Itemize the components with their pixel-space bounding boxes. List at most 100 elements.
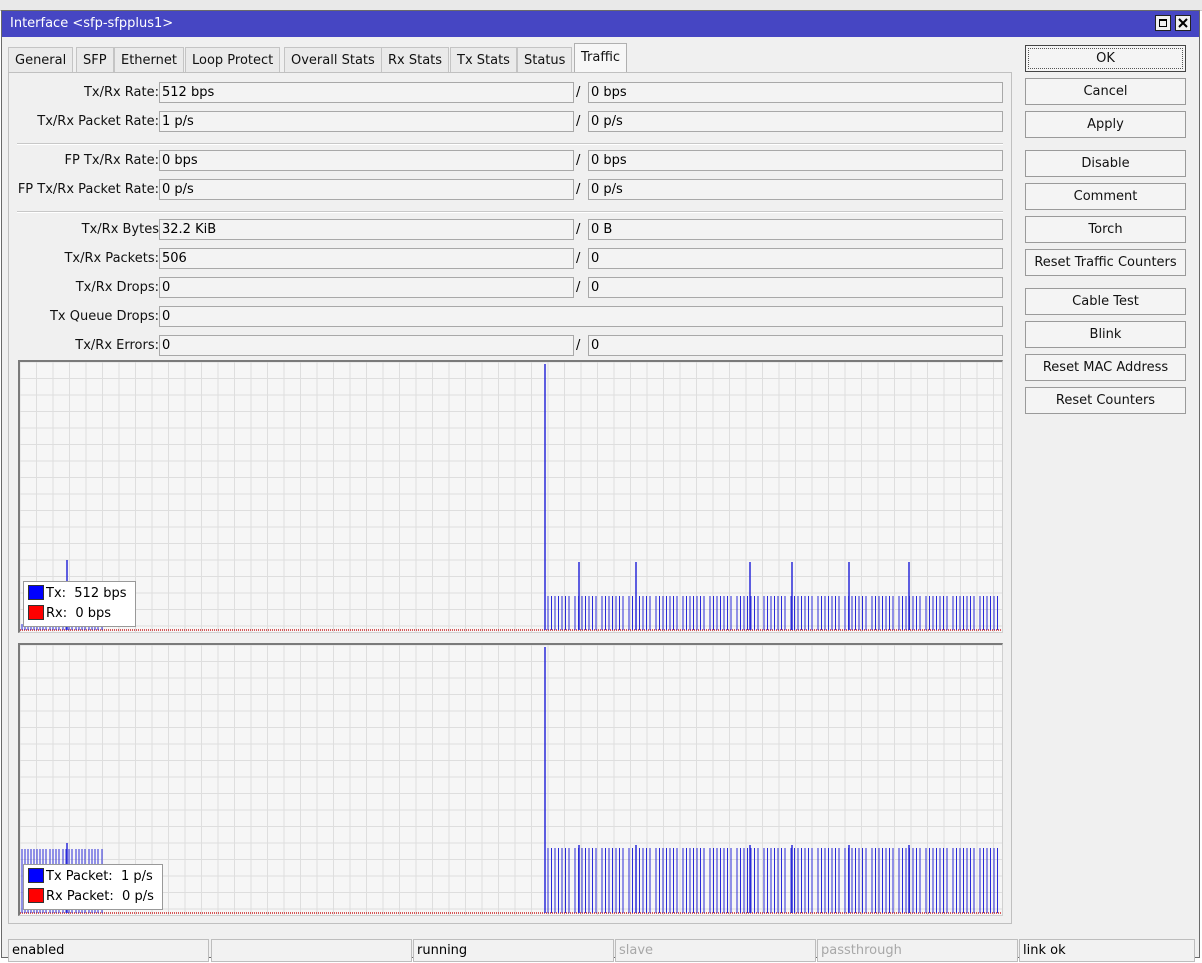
tab-status[interactable]: Status — [517, 47, 573, 72]
rx-color-swatch — [28, 605, 44, 620]
tab-ethernet[interactable]: Ethernet — [114, 47, 184, 72]
fp-txrx-packet-rate-label: FP Tx/Rx Packet Rate: — [17, 182, 159, 197]
reset-traffic-counters-button[interactable]: Reset Traffic Counters — [1025, 249, 1186, 276]
comment-button[interactable]: Comment — [1025, 183, 1186, 210]
rx-packets-field: 0 — [588, 248, 1003, 269]
legend-tx-packet-value: 1 p/s — [120, 869, 153, 884]
traffic-graph-legend: Tx: 512 bps Rx: 0 bps — [23, 581, 136, 627]
packet-graph: Tx Packet: 1 p/s Rx Packet: 0 p/s — [18, 643, 1003, 916]
field-row-txrx-rate: Tx/Rx Rate: 512 bps / 0 bps — [9, 82, 1009, 104]
status-enabled: enabled — [8, 939, 209, 962]
reset-counters-button[interactable]: Reset Counters — [1025, 387, 1186, 414]
fp-tx-rate-field: 0 bps — [159, 150, 574, 171]
legend-rx-label: Rx: — [46, 606, 68, 621]
interface-window: Interface <sfp-sfpplus1> General SFP Eth… — [1, 10, 1200, 962]
cable-test-button[interactable]: Cable Test — [1025, 288, 1186, 315]
tx-queue-drops-field: 0 — [159, 306, 1003, 327]
field-row-txrx-drops: Tx/Rx Drops: 0 / 0 — [9, 277, 1009, 299]
field-row-fp-txrx-packet-rate: FP Tx/Rx Packet Rate: 0 p/s / 0 p/s — [9, 179, 1009, 201]
separator: / — [576, 338, 581, 353]
tab-rx-stats[interactable]: Rx Stats — [381, 47, 450, 72]
separator: / — [576, 222, 581, 237]
apply-button[interactable]: Apply — [1025, 111, 1186, 138]
tx-packets-field: 506 — [159, 248, 574, 269]
ok-button[interactable]: OK — [1025, 45, 1186, 72]
legend-tx-packet-label: Tx Packet: — [46, 869, 113, 884]
tab-general[interactable]: General — [8, 47, 74, 72]
status-empty — [211, 939, 412, 962]
status-slave: slave — [615, 939, 816, 962]
txrx-errors-label: Tx/Rx Errors: — [75, 338, 159, 353]
field-row-txrx-errors: Tx/Rx Errors: 0 / 0 — [9, 335, 1009, 357]
txrx-packet-rate-label: Tx/Rx Packet Rate: — [37, 114, 159, 129]
rx-bytes-field: 0 B — [588, 219, 1003, 240]
status-passthrough: passthrough — [817, 939, 1018, 962]
legend-item-rx-packet: Rx Packet: 0 p/s — [28, 887, 154, 907]
legend-rx-value: 0 bps — [75, 606, 112, 621]
maximize-icon[interactable] — [1155, 15, 1171, 31]
traffic-graph: Tx: 512 bps Rx: 0 bps — [18, 360, 1003, 633]
field-row-tx-queue-drops: Tx Queue Drops: 0 — [9, 306, 1009, 328]
legend-item-tx-packet: Tx Packet: 1 p/s — [28, 867, 154, 887]
field-row-txrx-packets: Tx/Rx Packets: 506 / 0 — [9, 248, 1009, 270]
status-bar: enabled running slave passthrough link o… — [8, 939, 1196, 963]
window-title: Interface <sfp-sfpplus1> — [10, 16, 174, 31]
tab-tx-stats[interactable]: Tx Stats — [450, 47, 517, 72]
fp-tx-packet-rate-field: 0 p/s — [159, 179, 574, 200]
tx-bytes-field: 32.2 KiB — [159, 219, 574, 240]
fp-rx-packet-rate-field: 0 p/s — [588, 179, 1003, 200]
separator: / — [576, 114, 581, 129]
field-row-txrx-packet-rate: Tx/Rx Packet Rate: 1 p/s / 0 p/s — [9, 111, 1009, 133]
txrx-packets-label: Tx/Rx Packets: — [64, 251, 159, 266]
rx-packet-rate-field: 0 p/s — [588, 111, 1003, 132]
divider — [17, 211, 1003, 213]
rx-packet-color-swatch — [28, 888, 44, 903]
separator: / — [576, 251, 581, 266]
tx-drops-field: 0 — [159, 277, 574, 298]
status-running: running — [413, 939, 614, 962]
tx-color-swatch — [28, 585, 44, 600]
tx-queue-drops-label: Tx Queue Drops: — [49, 309, 159, 324]
txrx-bytes-label: Tx/Rx Bytes — [81, 222, 159, 237]
status-link: link ok — [1019, 939, 1195, 962]
legend-rx-packet-value: 0 p/s — [122, 889, 154, 904]
tab-loop-protect[interactable]: Loop Protect — [185, 47, 281, 72]
traffic-graph-canvas — [20, 362, 1002, 632]
blink-button[interactable]: Blink — [1025, 321, 1186, 348]
tab-sfp[interactable]: SFP — [76, 47, 114, 72]
legend-tx-label: Tx: — [46, 586, 67, 601]
tab-traffic[interactable]: Traffic — [574, 43, 628, 73]
rx-drops-field: 0 — [588, 277, 1003, 298]
legend-tx-value: 512 bps — [74, 586, 127, 601]
legend-rx-packet-label: Rx Packet: — [46, 889, 114, 904]
fp-txrx-rate-label: FP Tx/Rx Rate: — [64, 153, 159, 168]
traffic-panel: Tx/Rx Rate: 512 bps / 0 bps Tx/Rx Packet… — [8, 72, 1012, 924]
legend-item-tx: Tx: 512 bps — [28, 584, 127, 604]
packet-graph-legend: Tx Packet: 1 p/s Rx Packet: 0 p/s — [23, 864, 163, 910]
tx-errors-field: 0 — [159, 335, 574, 356]
tab-overall-stats[interactable]: Overall Stats — [284, 47, 382, 72]
fp-rx-rate-field: 0 bps — [588, 150, 1003, 171]
title-bar[interactable]: Interface <sfp-sfpplus1> — [2, 11, 1199, 37]
legend-item-rx: Rx: 0 bps — [28, 604, 127, 624]
rx-rate-field: 0 bps — [588, 82, 1003, 103]
divider — [17, 143, 1003, 145]
tx-rate-field: 512 bps — [159, 82, 574, 103]
separator: / — [576, 85, 581, 100]
disable-button[interactable]: Disable — [1025, 150, 1186, 177]
tx-packet-rate-field: 1 p/s — [159, 111, 574, 132]
field-row-fp-txrx-rate: FP Tx/Rx Rate: 0 bps / 0 bps — [9, 150, 1009, 172]
txrx-drops-label: Tx/Rx Drops: — [75, 280, 159, 295]
cancel-button[interactable]: Cancel — [1025, 78, 1186, 105]
rx-errors-field: 0 — [588, 335, 1003, 356]
separator: / — [576, 280, 581, 295]
field-row-txrx-bytes: Tx/Rx Bytes 32.2 KiB / 0 B — [9, 219, 1009, 241]
reset-mac-address-button[interactable]: Reset MAC Address — [1025, 354, 1186, 381]
torch-button[interactable]: Torch — [1025, 216, 1186, 243]
tx-packet-color-swatch — [28, 868, 44, 883]
txrx-rate-label: Tx/Rx Rate: — [83, 85, 159, 100]
close-icon[interactable] — [1175, 15, 1191, 31]
separator: / — [576, 153, 581, 168]
separator: / — [576, 182, 581, 197]
packet-graph-canvas — [20, 645, 1002, 915]
